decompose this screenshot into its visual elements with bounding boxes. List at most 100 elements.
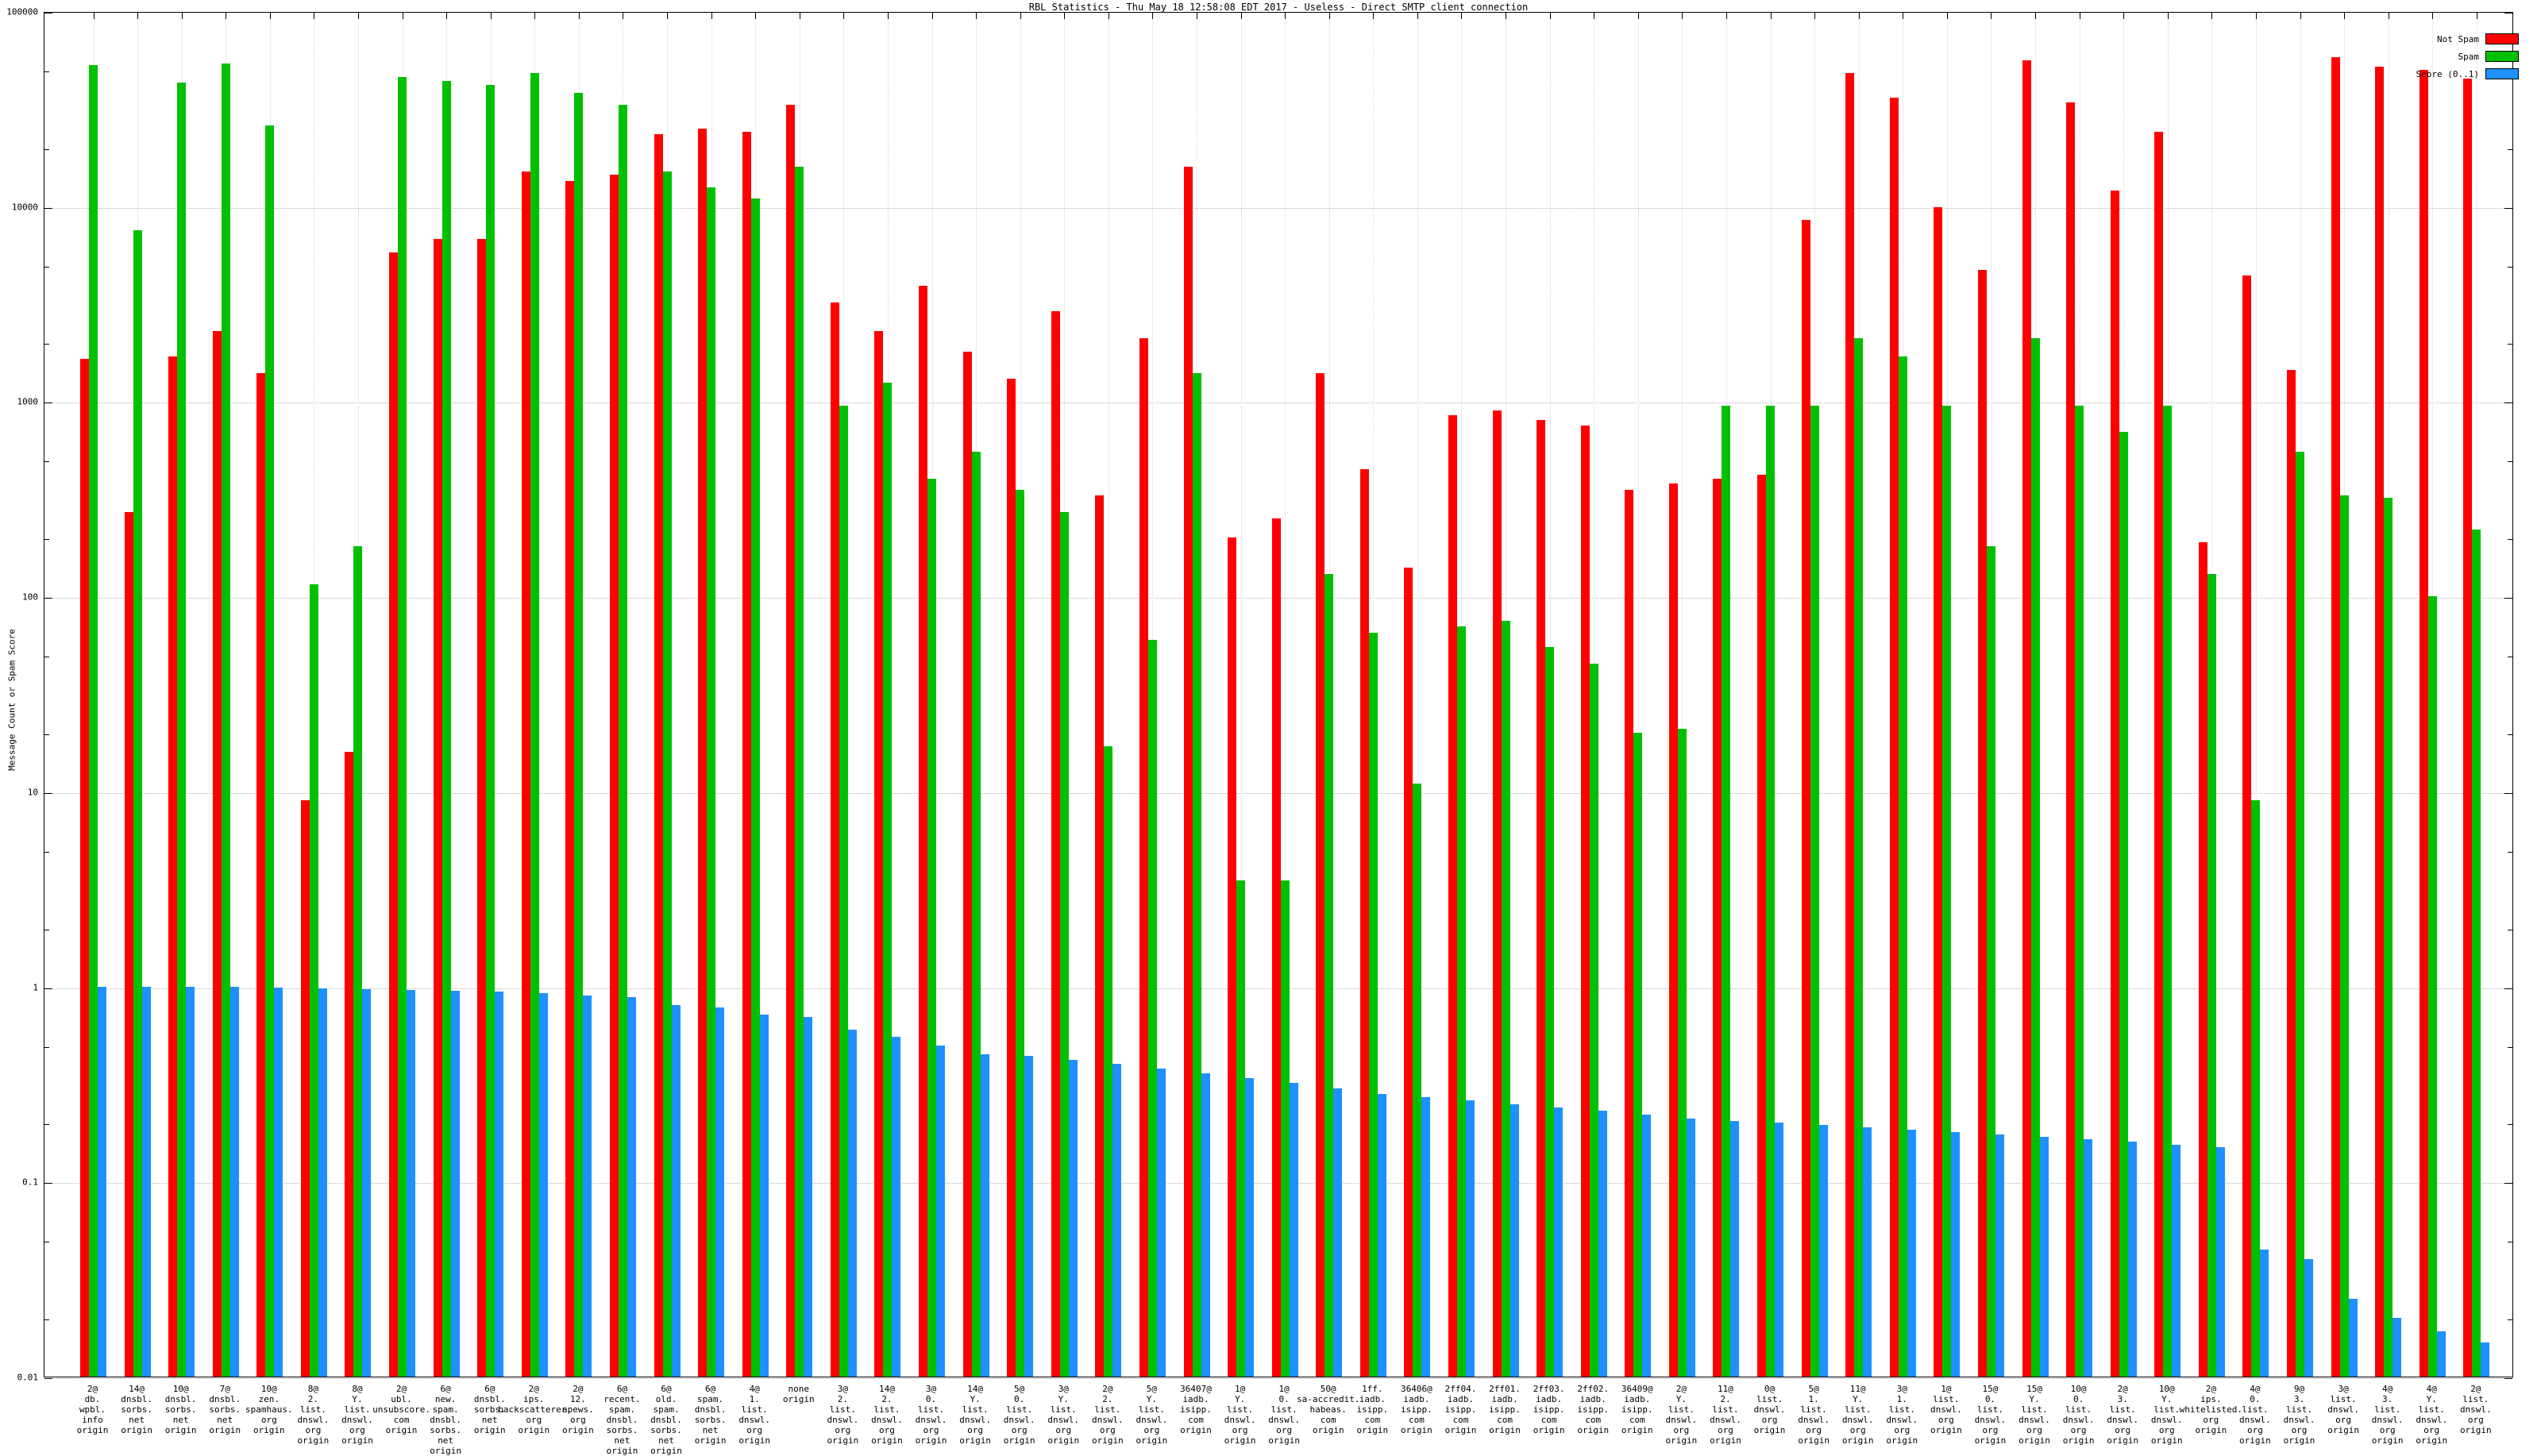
chart-title: RBL Statistics - Thu May 18 12:58:08 EDT…	[1028, 2, 1529, 13]
x-axis-tick	[1328, 13, 1330, 19]
x-tick-label: 2@ list. dnswl. org origin	[2459, 1384, 2492, 1435]
legend-spam: Spam	[2416, 48, 2519, 65]
bar-spam	[2119, 431, 2128, 1377]
bar-not-spam	[1537, 420, 1546, 1377]
bar-score	[627, 997, 636, 1377]
bar-score	[1421, 1097, 1431, 1377]
bar-not-spam	[874, 330, 884, 1377]
bar-score	[2260, 1249, 2269, 1377]
bar-spam	[1677, 728, 1687, 1377]
bar-spam	[2384, 498, 2393, 1377]
y-tick-label: 100000	[6, 6, 38, 17]
y-axis-minor-tick	[44, 734, 49, 735]
y-axis-tick	[2504, 1183, 2512, 1184]
bar-not-spam	[345, 751, 354, 1377]
bar-spam	[2075, 405, 2084, 1377]
bar-not-spam	[2331, 57, 2340, 1377]
bar-not-spam	[2419, 69, 2428, 1377]
y-tick-label: 1000	[17, 396, 39, 407]
bar-score	[1289, 1083, 1298, 1377]
bar-score	[450, 991, 460, 1377]
bar-not-spam	[742, 132, 751, 1377]
x-axis-tick	[1240, 13, 1242, 19]
x-axis-tick	[181, 13, 183, 19]
bar-spam	[1501, 620, 1510, 1377]
bar-not-spam	[919, 286, 928, 1377]
bar-not-spam	[1095, 495, 1105, 1377]
y-axis-tick	[2504, 207, 2512, 209]
bar-score	[2481, 1342, 2490, 1377]
bar-score	[274, 987, 283, 1377]
legend: Not Spam Spam Score (0..1)	[2416, 30, 2519, 83]
y-tick-label: 10000	[11, 202, 38, 213]
bar-score	[2348, 1299, 2358, 1377]
bar-not-spam	[212, 330, 222, 1377]
bar-score	[1775, 1123, 1784, 1377]
x-axis-tick	[269, 13, 271, 19]
x-axis-tick	[2300, 13, 2301, 19]
x-axis-tick	[976, 13, 977, 19]
bar-spam	[1280, 880, 1290, 1377]
x-axis-tick	[2167, 13, 2169, 19]
x-axis-tick	[1373, 13, 1375, 19]
bar-not-spam	[521, 171, 530, 1377]
bar-score	[1730, 1120, 1740, 1377]
bar-not-spam	[300, 800, 310, 1377]
bar-spam	[1456, 626, 1466, 1377]
x-axis-tick	[578, 13, 580, 19]
legend-spam-label: Spam	[2458, 51, 2480, 62]
bar-spam	[971, 452, 981, 1377]
bar-score	[1554, 1107, 1564, 1377]
x-axis-tick	[1991, 13, 1992, 19]
bar-score	[804, 1016, 813, 1377]
bar-spam	[530, 73, 539, 1377]
bar-score	[2172, 1144, 2181, 1377]
bar-not-spam	[389, 252, 399, 1377]
bar-not-spam	[609, 175, 619, 1377]
bar-not-spam	[1051, 310, 1060, 1377]
bar-spam	[177, 83, 187, 1377]
bar-spam	[618, 105, 627, 1377]
bar-score	[495, 992, 504, 1377]
bar-not-spam	[1316, 372, 1325, 1377]
bar-score	[583, 995, 592, 1377]
bar-not-spam	[1757, 475, 1767, 1377]
x-axis-tick	[887, 13, 889, 19]
y-axis-tick	[44, 792, 52, 794]
y-axis-minor-tick	[44, 1124, 49, 1126]
bar-not-spam	[1713, 479, 1722, 1377]
bar-score	[1333, 1088, 1343, 1377]
y-axis-minor-tick	[2508, 539, 2512, 541]
bar-not-spam	[1139, 338, 1148, 1377]
x-axis-tick	[1858, 13, 1860, 19]
bar-score	[847, 1030, 857, 1377]
x-axis-tick	[931, 13, 933, 19]
bar-not-spam	[962, 351, 972, 1377]
bar-score	[1201, 1073, 1210, 1377]
bar-not-spam	[2154, 132, 2164, 1377]
y-tick-label: 100	[22, 591, 38, 603]
bar-score	[98, 986, 106, 1377]
x-axis-tick	[534, 13, 536, 19]
legend-spam-swatch	[2485, 51, 2519, 62]
bar-score	[759, 1014, 769, 1377]
bar-not-spam	[477, 238, 487, 1377]
y-axis-minor-tick	[2508, 148, 2512, 150]
bar-spam	[1942, 405, 1952, 1377]
bar-score	[1598, 1111, 1607, 1377]
y-axis-minor-tick	[2508, 851, 2512, 853]
bar-spam	[2427, 596, 2437, 1377]
bar-spam	[265, 125, 275, 1377]
bar-not-spam	[1934, 206, 1943, 1377]
bar-score	[2039, 1136, 2049, 1377]
bar-not-spam	[2287, 369, 2296, 1377]
bar-spam	[1236, 880, 1246, 1377]
x-axis-tick	[2344, 13, 2346, 19]
bar-score	[318, 988, 327, 1377]
x-axis-tick	[2255, 13, 2257, 19]
y-gridline	[44, 207, 2512, 209]
bar-not-spam	[830, 302, 839, 1377]
bar-score	[1818, 1125, 1828, 1377]
bar-spam	[2296, 452, 2304, 1377]
bar-score	[892, 1037, 901, 1377]
